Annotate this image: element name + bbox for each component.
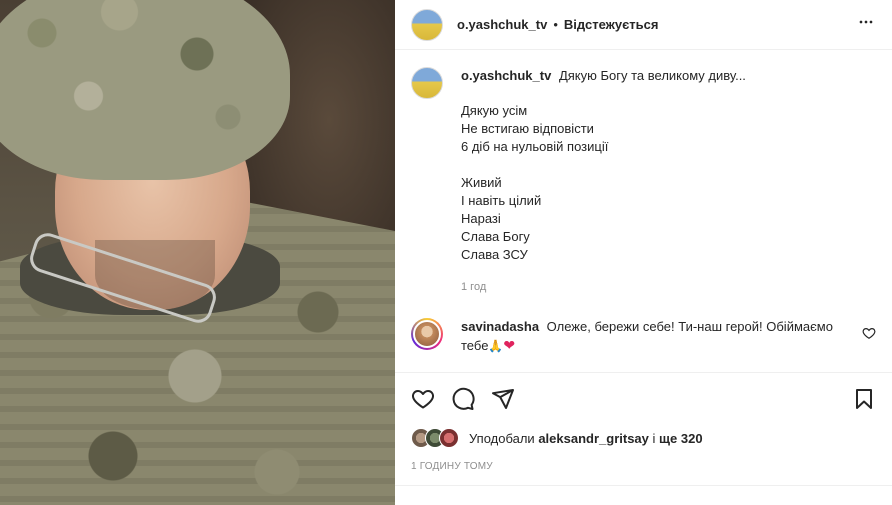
caption-line: Дякую усім: [461, 103, 528, 118]
likes-count-button[interactable]: ще 320: [659, 431, 703, 446]
heart-emoji: ❤: [503, 337, 516, 353]
caption-lines: Дякую усім Не встигаю відповісти 6 діб н…: [461, 102, 746, 264]
comment-icon[interactable]: [451, 387, 475, 411]
likes-conjunction: і: [652, 430, 656, 446]
post-header: o.yashchuk_tv • Відстежується: [395, 0, 892, 50]
post-caption: o.yashchuk_tv Дякую Богу та великому див…: [411, 67, 876, 296]
commenter-avatar[interactable]: [411, 318, 443, 350]
heart-icon[interactable]: [411, 387, 435, 411]
commenter-username[interactable]: savinadasha: [461, 319, 539, 334]
caption-line: Не встигаю відповісти: [461, 121, 594, 136]
caption-line: Слава Богу: [461, 229, 530, 244]
post-photo[interactable]: [0, 0, 395, 505]
add-comment-bar[interactable]: [395, 485, 892, 505]
caption-line: І навіть цілий: [461, 193, 542, 208]
comment-like-heart-icon[interactable]: [862, 326, 876, 340]
likes-prefix: Уподобали: [469, 430, 535, 446]
share-icon[interactable]: [491, 387, 515, 411]
caption-line: 6 діб на нульовій позиції: [461, 139, 609, 154]
caption-first-line: Дякую Богу та великому диву...: [558, 68, 746, 83]
likes-summary: Уподобали aleksandr_gritsay і ще 320: [411, 428, 703, 448]
post-date[interactable]: 1 ГОДИНУ ТОМУ: [411, 461, 493, 472]
post-modal: o.yashchuk_tv • Відстежується o.yashchuk…: [0, 0, 892, 505]
pray-emoji: 🙏: [488, 339, 504, 353]
author-username[interactable]: o.yashchuk_tv: [457, 17, 547, 32]
caption-line: Живий: [461, 175, 502, 190]
follow-status-button[interactable]: Відстежується: [564, 17, 659, 32]
photo-helmet: [0, 0, 290, 180]
header-separator: •: [553, 17, 558, 32]
author-avatar[interactable]: [411, 8, 443, 41]
caption-username[interactable]: o.yashchuk_tv: [461, 68, 551, 83]
caption-line: Наразі: [461, 211, 501, 226]
comment-item: savinadasha Олеже, бережи себе! Ти-наш г…: [411, 318, 876, 355]
comments-section[interactable]: o.yashchuk_tv Дякую Богу та великому див…: [395, 51, 892, 373]
liker-username[interactable]: aleksandr_gritsay: [538, 431, 649, 446]
bookmark-icon[interactable]: [852, 387, 876, 411]
post-panel: o.yashchuk_tv • Відстежується o.yashchuk…: [395, 0, 892, 505]
post-actions: [395, 374, 892, 424]
caption-line: Слава ЗСУ: [461, 247, 528, 262]
caption-avatar[interactable]: [411, 67, 443, 99]
more-horizontal-icon[interactable]: [856, 12, 876, 37]
caption-timestamp[interactable]: 1 год: [461, 278, 746, 296]
liker-avatars[interactable]: [411, 428, 465, 448]
liker-avatar: [439, 428, 459, 448]
caption-line: [461, 156, 746, 174]
